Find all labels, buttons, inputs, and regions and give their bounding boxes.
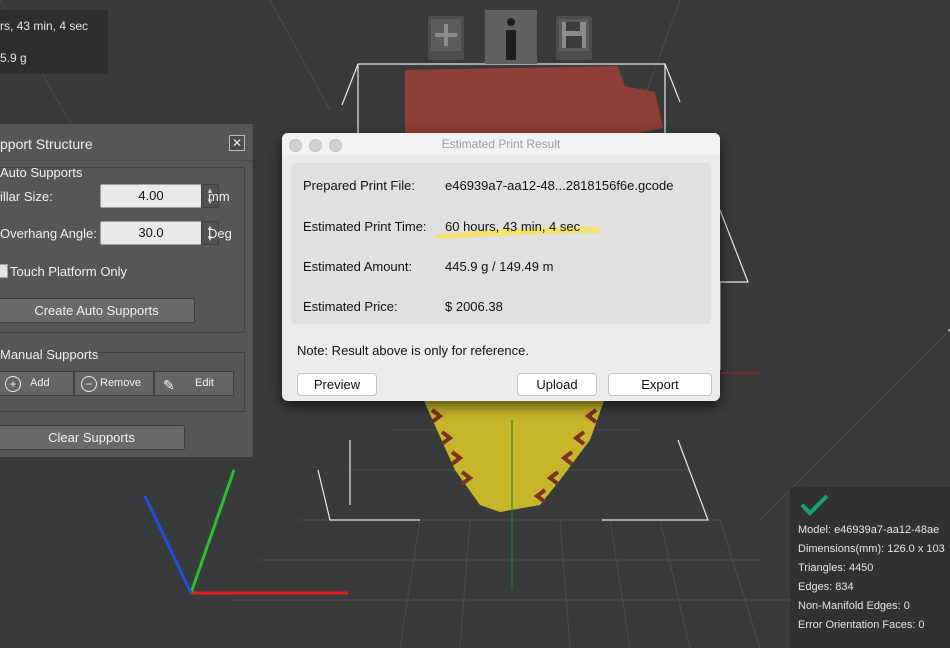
info-button[interactable]: [485, 10, 537, 64]
add-model-button[interactable]: [428, 16, 464, 60]
info-icon: [485, 10, 537, 64]
overhang-angle-value: 30.0: [138, 225, 164, 240]
close-icon[interactable]: ✕: [229, 135, 245, 151]
overhang-angle-label: Overhang Angle:: [0, 226, 97, 241]
print-weight-fragment: 5.9 g: [0, 51, 27, 65]
axis-gizmo: [143, 469, 348, 595]
dialog-titlebar: Estimated Print Result: [282, 133, 720, 155]
add-circle-icon: +: [5, 376, 21, 392]
upload-button[interactable]: Upload: [517, 373, 597, 396]
row-label: Estimated Print Time:: [303, 219, 427, 234]
row-value: 60 hours, 43 min, 4 sec: [445, 219, 581, 234]
model-dimensions: Dimensions(mm): 126.0 x 103: [798, 543, 945, 555]
row-label: Estimated Price:: [303, 299, 398, 314]
panel-title: pport Structure: [0, 136, 93, 152]
row-value: $ 2006.38: [445, 299, 503, 314]
row-label: Estimated Amount:: [303, 259, 413, 274]
divider: [0, 160, 252, 161]
estimated-print-result-dialog: Estimated Print Result Prepared Print Fi…: [282, 133, 720, 401]
model-name: Model: e46939a7-aa12-48ae: [798, 524, 940, 536]
overhang-angle-unit: Deg: [208, 226, 232, 241]
touch-platform-label: Touch Platform Only: [10, 264, 128, 279]
model-lower: [424, 372, 760, 590]
preview-button[interactable]: Preview: [297, 373, 377, 396]
edit-support-button[interactable]: ✎ Edit: [154, 371, 234, 396]
plus-icon: [431, 19, 461, 51]
pillar-size-input[interactable]: 4.00 ▲ ▼: [100, 184, 219, 208]
create-auto-supports-button[interactable]: Create Auto Supports: [0, 298, 195, 323]
model-error-orientation: Error Orientation Faces: 0: [798, 619, 925, 631]
row-value: 445.9 g / 149.49 m: [445, 259, 554, 274]
add-support-label: Add: [30, 377, 50, 389]
export-button[interactable]: Export: [608, 373, 712, 396]
model-triangles: Triangles: 4450: [798, 562, 874, 574]
remove-support-label: Remove: [100, 377, 141, 389]
pillar-size-value: 4.00: [138, 188, 164, 203]
remove-circle-icon: −: [81, 376, 97, 392]
save-button[interactable]: [556, 16, 592, 60]
auto-supports-title: Auto Supports: [0, 165, 83, 180]
print-summary-panel: rs, 43 min, 4 sec 5.9 g: [0, 10, 108, 74]
print-time-fragment: rs, 43 min, 4 sec: [0, 19, 89, 33]
edit-support-label: Edit: [195, 377, 214, 389]
touch-platform-checkbox[interactable]: [0, 264, 8, 278]
pencil-icon: ✎: [163, 377, 175, 393]
dialog-title: Estimated Print Result: [441, 137, 561, 151]
overhang-angle-input[interactable]: 30.0 ▲ ▼: [100, 221, 219, 245]
model-upper: [405, 66, 663, 133]
add-support-button[interactable]: + Add: [0, 371, 74, 396]
pillar-size-label: illar Size:: [0, 189, 53, 204]
support-structure-panel: pport Structure ✕ Auto Supports illar Si…: [0, 124, 253, 457]
clear-supports-button[interactable]: Clear Supports: [0, 425, 185, 450]
row-value: e46939a7-aa12-48...2818156f6e.gcode: [445, 178, 674, 193]
row-label: Prepared Print File:: [303, 178, 415, 193]
manual-supports-title: Manual Supports: [0, 347, 99, 362]
checkmark-icon: [800, 494, 829, 516]
pillar-size-unit: mm: [208, 189, 230, 204]
remove-support-button[interactable]: − Remove: [74, 371, 154, 396]
model-edges: Edges: 834: [798, 581, 854, 593]
model-non-manifold-edges: Non-Manifold Edges: 0: [798, 600, 910, 612]
save-icon: [559, 19, 589, 51]
reference-note: Note: Result above is only for reference…: [297, 343, 529, 358]
print-info-box: Prepared Print File: e46939a7-aa12-48...…: [291, 163, 711, 324]
model-info-panel: Model: e46939a7-aa12-48ae Dimensions(mm)…: [790, 487, 950, 648]
